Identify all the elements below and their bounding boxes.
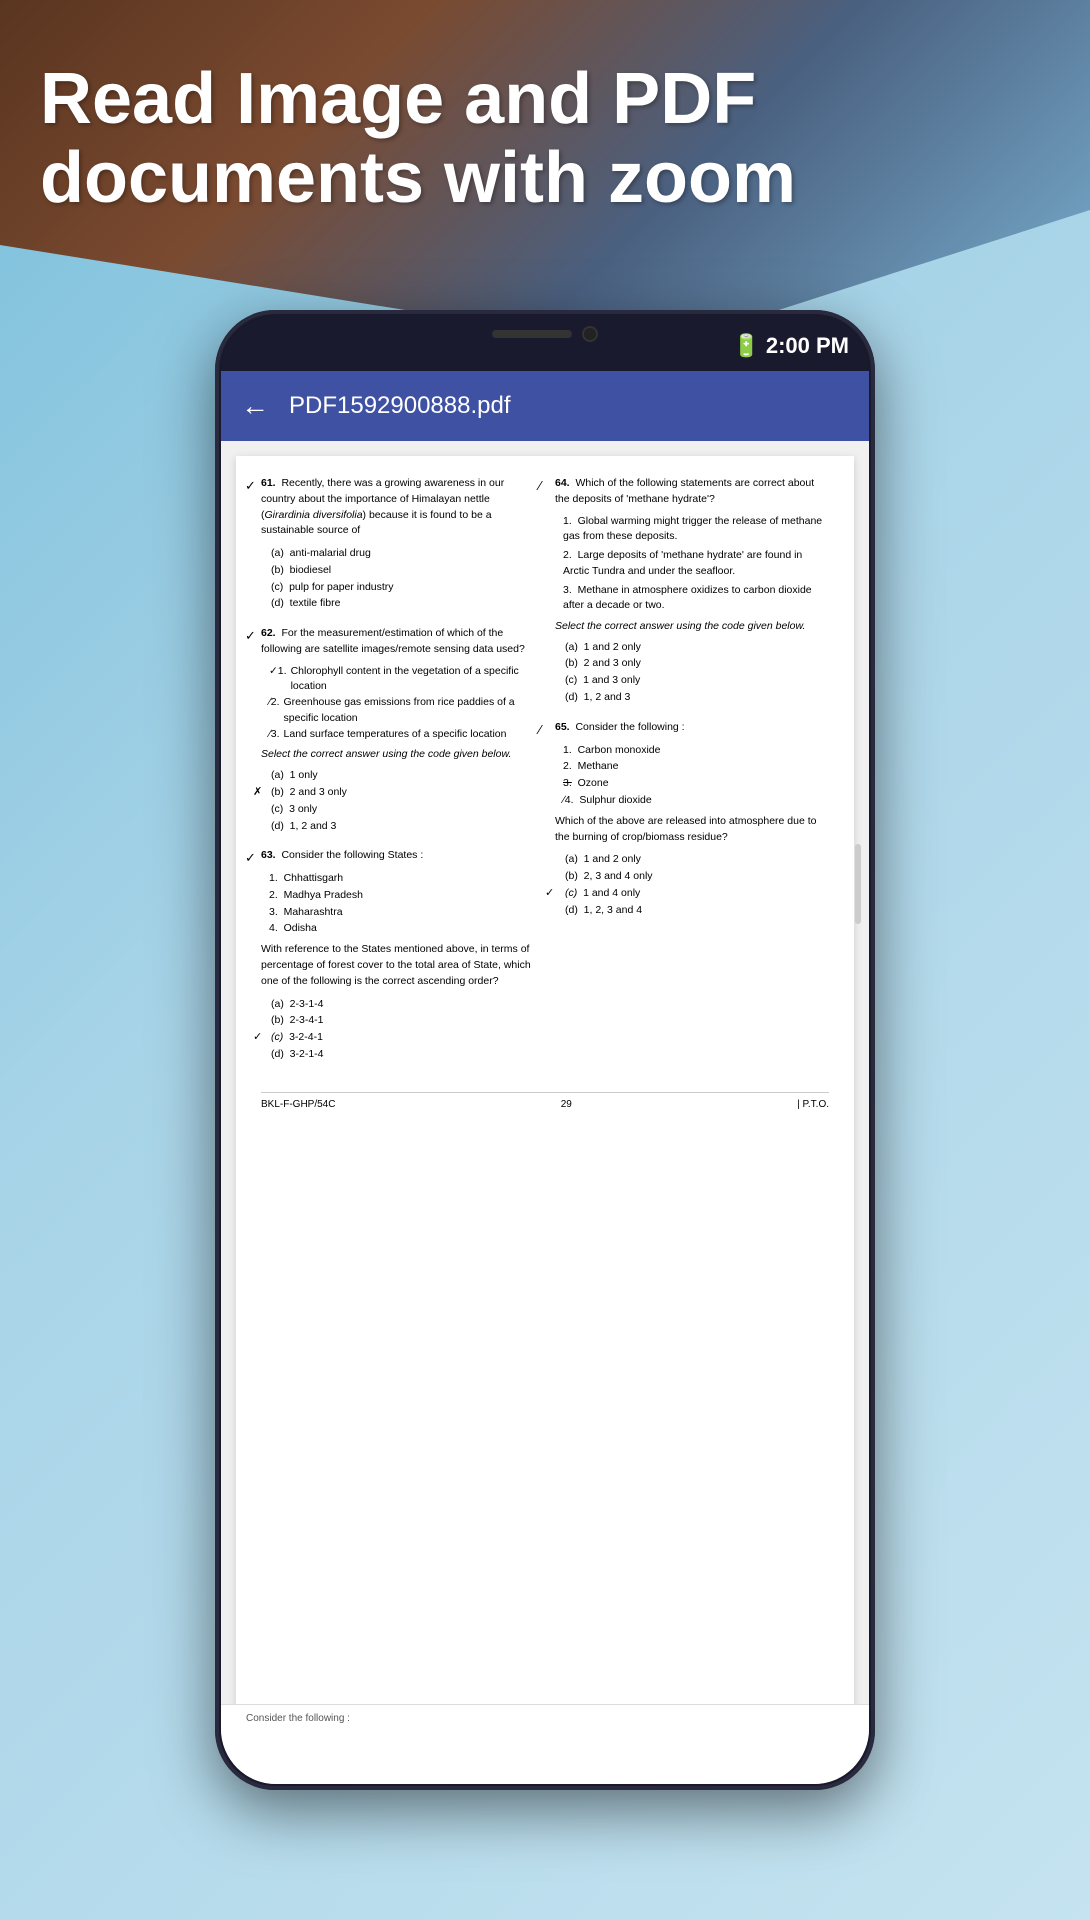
right-column: ∕ 64. Which of the following statements … bbox=[555, 476, 829, 1077]
question-61: ✓ 61. Recently, there was a growing awar… bbox=[261, 476, 535, 612]
bottom-partial-text: Consider the following : bbox=[246, 1713, 844, 1724]
q65-num: 65. bbox=[555, 721, 570, 733]
time-display: 2:00 PM bbox=[766, 333, 849, 359]
phone-frame: 🔋 2:00 PM ← PDF1592900888.pdf bbox=[215, 310, 875, 1790]
q63-num: 63. bbox=[261, 849, 276, 861]
footer-right: | P.T.O. bbox=[797, 1098, 829, 1112]
battery-icon: 🔋 bbox=[732, 333, 759, 359]
pdf-content[interactable]: ✓ 61. Recently, there was a growing awar… bbox=[221, 441, 869, 1784]
q62-num: 62. bbox=[261, 627, 276, 639]
question-63: ✓ 63. Consider the following States : 1.… bbox=[261, 848, 535, 1062]
footer-left: BKL-F-GHP/54C bbox=[261, 1098, 335, 1112]
pdf-columns: ✓ 61. Recently, there was a growing awar… bbox=[261, 476, 829, 1077]
q61-num: 61. bbox=[261, 477, 276, 489]
question-65: ∕ 65. Consider the following : 1. Carbon… bbox=[555, 720, 829, 919]
pdf-footer: BKL-F-GHP/54C 29 | P.T.O. bbox=[261, 1092, 829, 1112]
scroll-indicator[interactable] bbox=[855, 844, 861, 924]
pdf-page: ✓ 61. Recently, there was a growing awar… bbox=[236, 456, 854, 1769]
phone-notch bbox=[445, 316, 645, 351]
phone-inner: 🔋 2:00 PM ← PDF1592900888.pdf bbox=[221, 316, 869, 1784]
left-column: ✓ 61. Recently, there was a growing awar… bbox=[261, 476, 535, 1077]
status-time: 🔋 2:00 PM bbox=[732, 333, 849, 359]
q64-num: 64. bbox=[555, 477, 570, 489]
question-62: ✓ 62. For the measurement/estimation of … bbox=[261, 626, 535, 834]
title-line1: Read Image and PDF bbox=[40, 60, 1050, 139]
pdf-bottom-partial: Consider the following : bbox=[221, 1704, 869, 1784]
question-64: ∕ 64. Which of the following statements … bbox=[555, 476, 829, 706]
front-camera bbox=[582, 326, 598, 342]
back-button[interactable]: ← bbox=[241, 390, 269, 422]
title-line2: documents with zoom bbox=[40, 139, 1050, 218]
app-bar: ← PDF1592900888.pdf bbox=[221, 371, 869, 441]
page-number: 29 bbox=[561, 1098, 572, 1112]
title-area: Read Image and PDF documents with zoom bbox=[40, 60, 1050, 218]
speaker bbox=[492, 330, 572, 338]
document-title: PDF1592900888.pdf bbox=[289, 392, 511, 420]
